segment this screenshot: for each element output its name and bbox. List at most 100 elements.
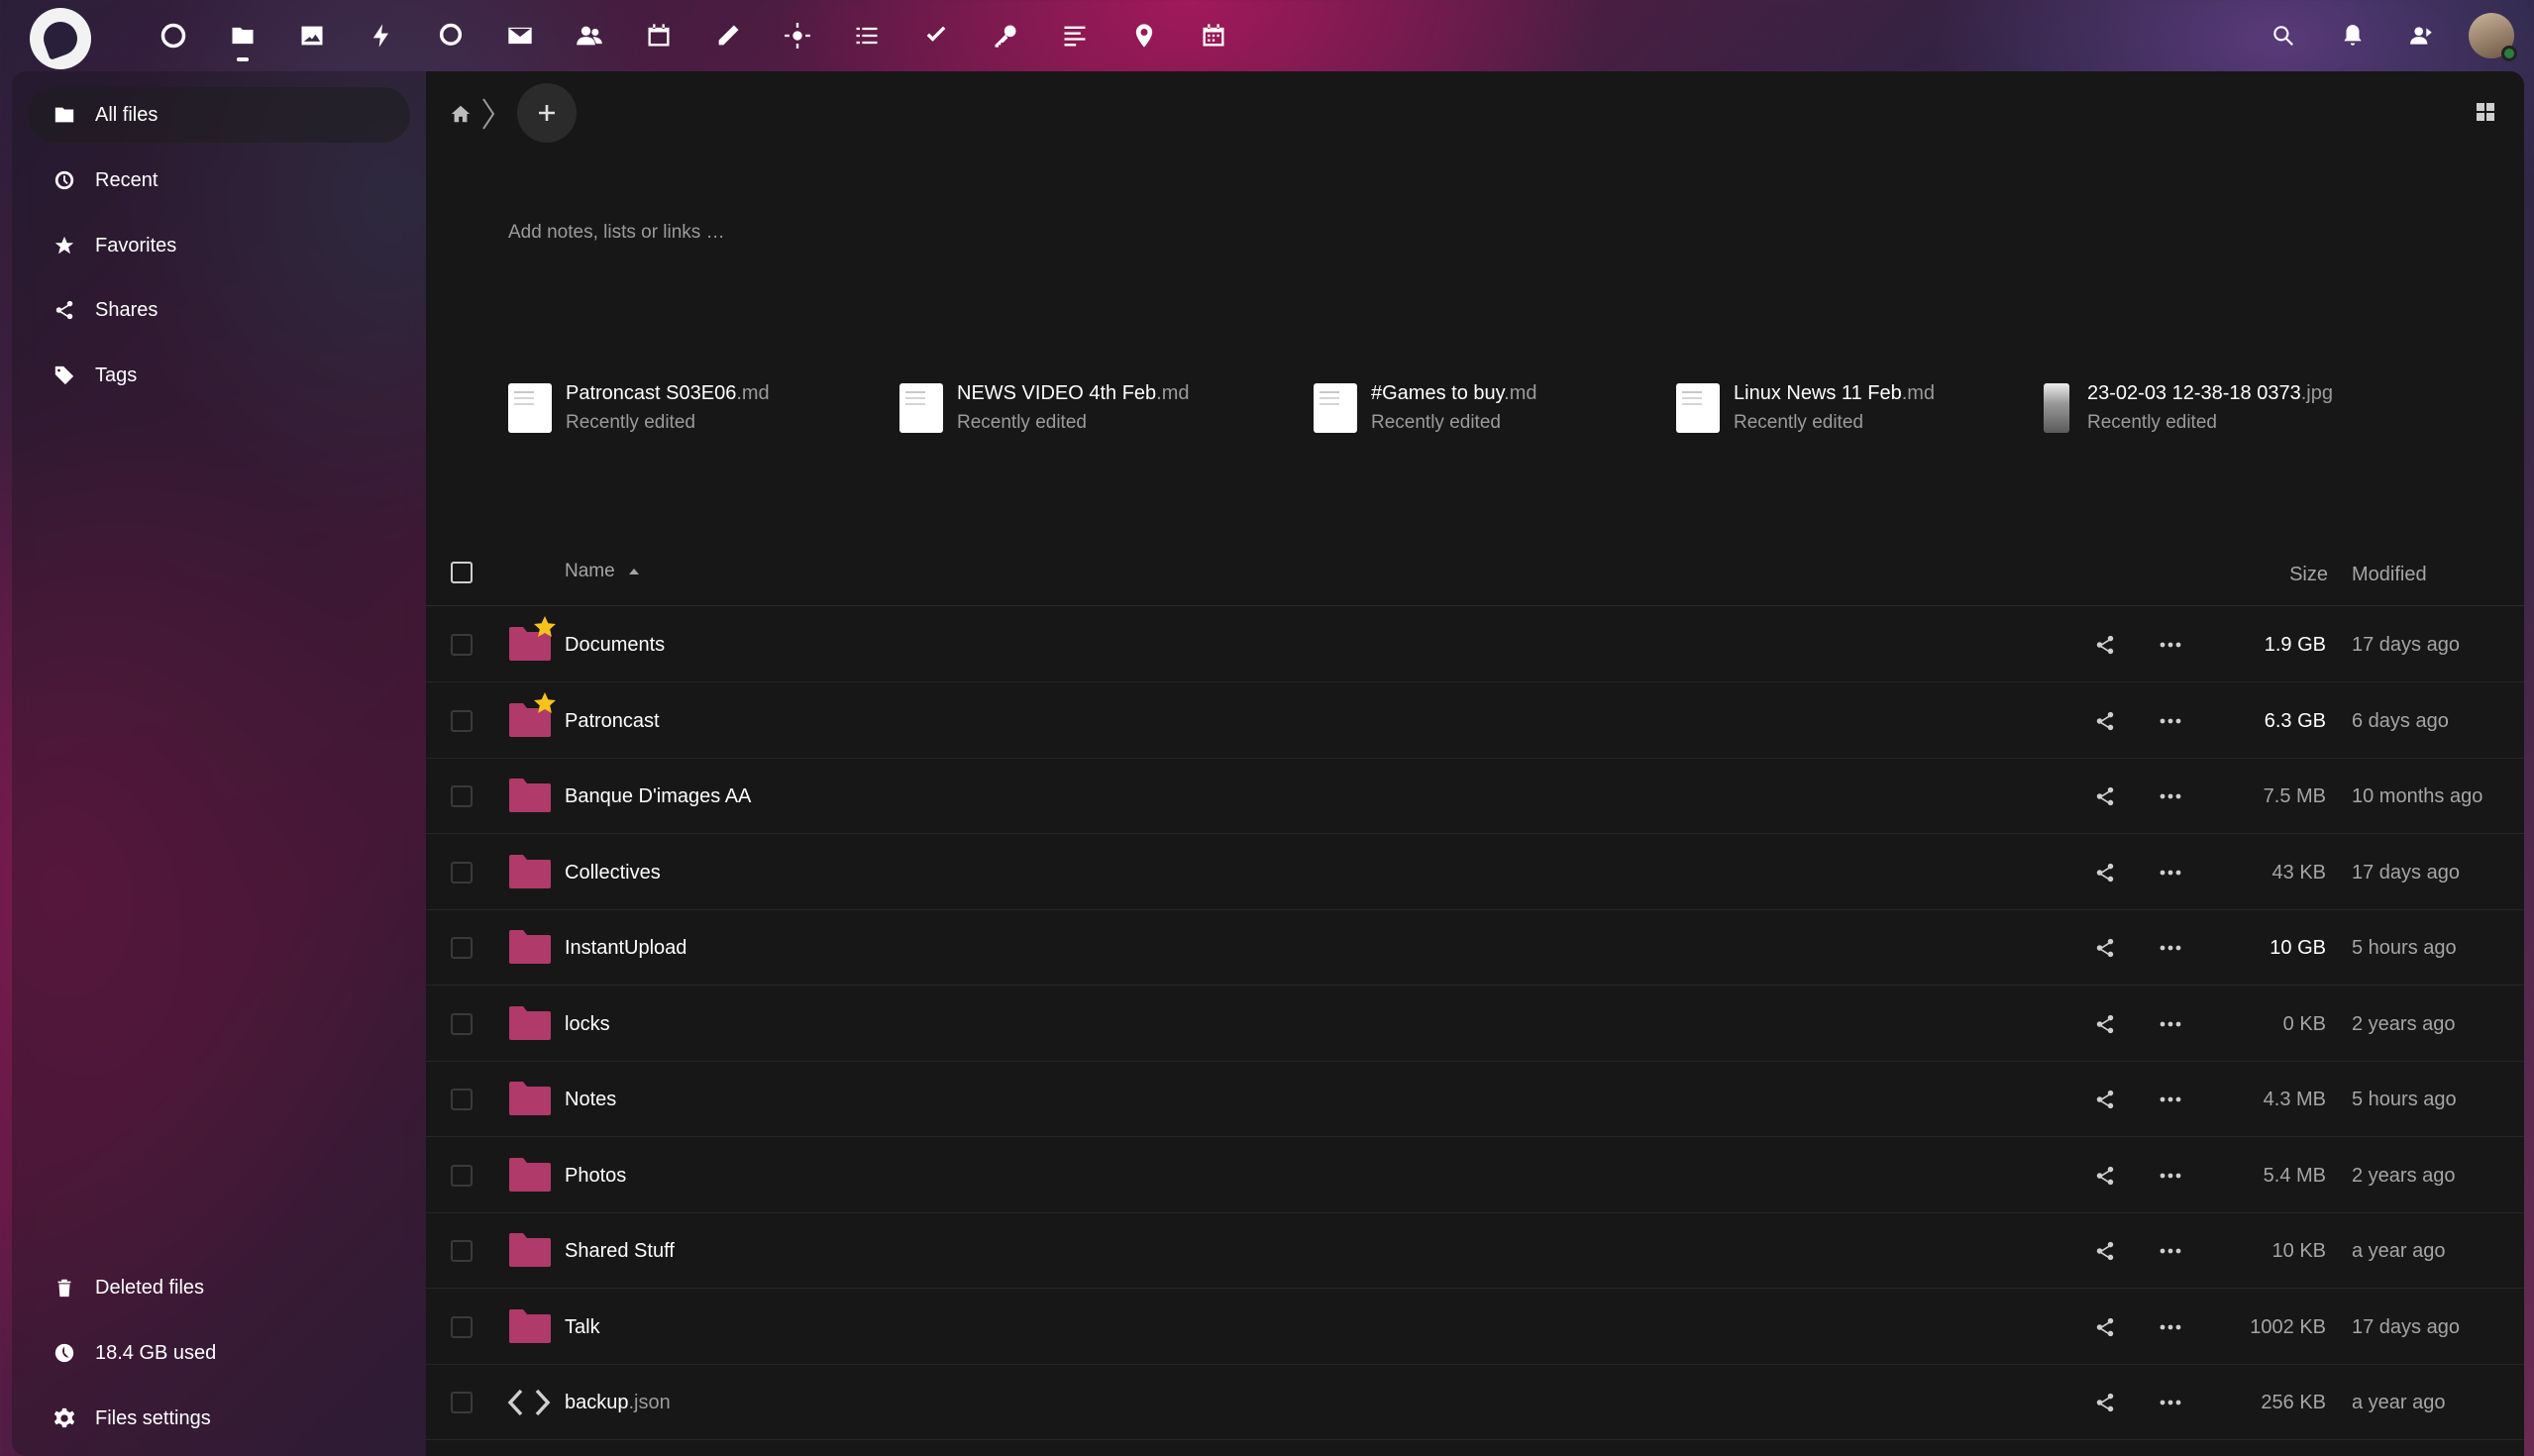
sidebar-item-tags[interactable]: Tags xyxy=(28,348,410,403)
file-name[interactable]: Banque D'images AA xyxy=(565,759,751,834)
share-icon[interactable] xyxy=(2090,1312,2120,1342)
sidebar-item-shares[interactable]: Shares xyxy=(28,282,410,338)
row-checkbox[interactable] xyxy=(451,1089,473,1110)
nextcloud-logo[interactable] xyxy=(30,8,91,69)
deck-app-icon[interactable] xyxy=(901,0,971,71)
maps-app-icon[interactable] xyxy=(1109,0,1179,71)
home-icon[interactable] xyxy=(446,99,475,129)
more-actions-icon[interactable] xyxy=(2154,1161,2187,1191)
table-row[interactable]: Patroncast 6.3 GB 6 days ago xyxy=(426,683,2524,759)
weather-app-icon[interactable] xyxy=(763,0,832,71)
file-name[interactable]: backup.json xyxy=(565,1365,671,1440)
row-checkbox[interactable] xyxy=(451,785,473,807)
recent-file[interactable]: NEWS VIDEO 4th Feb.md Recently edited xyxy=(899,368,1190,448)
notes-placeholder[interactable]: Add notes, lists or links … xyxy=(508,222,725,244)
table-row[interactable]: Talk 1002 KB 17 days ago xyxy=(426,1290,2524,1365)
file-name[interactable]: Patroncast xyxy=(565,683,660,759)
sidebar-item-favorites[interactable]: Favorites xyxy=(28,218,410,273)
talk-app-icon[interactable] xyxy=(416,0,485,71)
row-checkbox[interactable] xyxy=(451,1164,473,1187)
photos-app-icon[interactable] xyxy=(277,0,347,71)
file-name[interactable]: Notes xyxy=(565,1062,616,1137)
more-actions-icon[interactable] xyxy=(2154,781,2187,811)
table-row[interactable]: locks 0 KB 2 years ago xyxy=(426,987,2524,1062)
row-checkbox[interactable] xyxy=(451,1012,473,1035)
search-icon[interactable] xyxy=(2249,0,2318,71)
recent-file[interactable]: 23-02-03 12-38-18 0373.jpg Recently edite… xyxy=(2034,368,2333,448)
file-name[interactable]: Talk xyxy=(565,1290,600,1365)
sort-by-size[interactable]: Size xyxy=(2289,537,2328,612)
user-avatar[interactable] xyxy=(2469,13,2517,61)
sort-by-modified[interactable]: Modified xyxy=(2352,537,2449,612)
grid-view-icon[interactable] xyxy=(2469,95,2502,129)
row-checkbox[interactable] xyxy=(451,634,473,656)
file-name[interactable]: Photos xyxy=(565,1138,626,1213)
text-app-icon[interactable] xyxy=(1040,0,1109,71)
share-icon[interactable] xyxy=(2090,1161,2120,1191)
table-row[interactable]: maxresdefault.jpg 106 KB 2 months ago xyxy=(426,1441,2524,1456)
more-actions-icon[interactable] xyxy=(2154,706,2187,736)
share-icon[interactable] xyxy=(2090,706,2120,736)
agenda-app-icon[interactable] xyxy=(1179,0,1248,71)
files-app-icon[interactable] xyxy=(208,0,277,71)
more-actions-icon[interactable] xyxy=(2154,630,2187,660)
contacts-app-icon[interactable] xyxy=(555,0,624,71)
row-checkbox[interactable] xyxy=(451,709,473,732)
share-icon[interactable] xyxy=(2090,1085,2120,1114)
contacts-menu-icon[interactable] xyxy=(2387,0,2457,71)
sidebar-item-deleted-files[interactable]: Deleted files xyxy=(28,1260,410,1315)
more-actions-icon[interactable] xyxy=(2154,1312,2187,1342)
share-icon[interactable] xyxy=(2090,933,2120,963)
passwords-app-icon[interactable] xyxy=(971,0,1040,71)
file-name[interactable]: locks xyxy=(565,987,610,1062)
notes-app-icon[interactable] xyxy=(693,0,763,71)
row-checkbox[interactable] xyxy=(451,1240,473,1262)
more-actions-icon[interactable] xyxy=(2154,858,2187,887)
row-checkbox[interactable] xyxy=(451,1392,473,1413)
mail-app-icon[interactable] xyxy=(485,0,555,71)
share-icon[interactable] xyxy=(2090,1388,2120,1417)
new-button[interactable] xyxy=(517,83,577,143)
row-checkbox[interactable] xyxy=(451,937,473,959)
recent-file[interactable]: Patroncast S03E06.md Recently edited xyxy=(508,368,770,448)
file-name[interactable]: Documents xyxy=(565,607,665,682)
sort-by-name[interactable]: Name xyxy=(565,537,639,606)
recent-file[interactable]: #Games to buy.md Recently edited xyxy=(1314,368,1536,448)
bell-icon[interactable] xyxy=(2318,0,2387,71)
more-actions-icon[interactable] xyxy=(2154,933,2187,963)
row-checkbox[interactable] xyxy=(451,1315,473,1338)
file-name[interactable]: maxresdefault.jpg xyxy=(565,1441,721,1456)
row-checkbox[interactable] xyxy=(451,861,473,884)
recent-file[interactable]: Linux News 11 Feb.md Recently edited xyxy=(1676,368,1935,448)
table-row[interactable]: InstantUpload 10 GB 5 hours ago xyxy=(426,910,2524,986)
share-icon[interactable] xyxy=(2090,781,2120,811)
more-actions-icon[interactable] xyxy=(2154,1388,2187,1417)
sidebar-item-recent[interactable]: Recent xyxy=(28,153,410,208)
table-row[interactable]: Banque D'images AA 7.5 MB 10 months ago xyxy=(426,759,2524,834)
share-icon[interactable] xyxy=(2090,630,2120,660)
tasks-app-icon[interactable] xyxy=(832,0,901,71)
calendar-app-icon[interactable] xyxy=(624,0,693,71)
file-name[interactable]: InstantUpload xyxy=(565,910,686,986)
activity-app-icon[interactable] xyxy=(347,0,416,71)
file-size: 6.3 GB xyxy=(2264,709,2326,732)
table-row[interactable]: Shared Stuff 10 KB a year ago xyxy=(426,1213,2524,1289)
share-icon[interactable] xyxy=(2090,1236,2120,1266)
table-row[interactable]: Notes 4.3 MB 5 hours ago xyxy=(426,1062,2524,1137)
share-icon[interactable] xyxy=(2090,1009,2120,1039)
sidebar-item-all-files[interactable]: All files xyxy=(28,87,410,143)
select-all-checkbox[interactable] xyxy=(451,562,473,583)
dashboard-app-icon[interactable] xyxy=(139,0,208,71)
more-actions-icon[interactable] xyxy=(2154,1009,2187,1039)
file-name[interactable]: Collectives xyxy=(565,835,661,910)
more-actions-icon[interactable] xyxy=(2154,1236,2187,1266)
table-row[interactable]: backup.json 256 KB a year ago xyxy=(426,1365,2524,1440)
table-row[interactable]: Photos 5.4 MB 2 years ago xyxy=(426,1138,2524,1213)
share-icon[interactable] xyxy=(2090,858,2120,887)
file-name[interactable]: Shared Stuff xyxy=(565,1213,675,1289)
table-row[interactable]: Collectives 43 KB 17 days ago xyxy=(426,835,2524,910)
table-row[interactable]: Documents 1.9 GB 17 days ago xyxy=(426,607,2524,682)
storage-quota[interactable]: 18.4 GB used xyxy=(28,1325,410,1381)
sidebar-item-files-settings[interactable]: Files settings xyxy=(28,1391,410,1446)
more-actions-icon[interactable] xyxy=(2154,1085,2187,1114)
